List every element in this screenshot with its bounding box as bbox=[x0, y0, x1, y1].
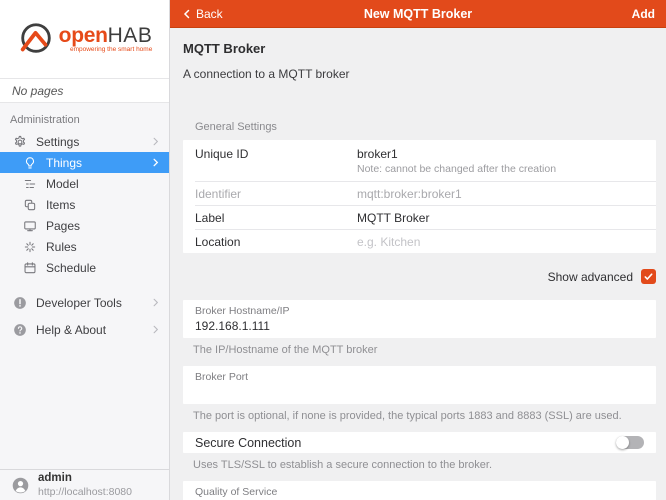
logo-area: openHAB empowering the smart home bbox=[0, 0, 169, 78]
model-tree-icon bbox=[23, 177, 37, 191]
secure-connection-label: Secure Connection bbox=[195, 436, 301, 450]
sidebar-item-label: Pages bbox=[46, 219, 161, 233]
user-name: admin bbox=[38, 472, 132, 486]
brand-text: openHAB empowering the smart home bbox=[59, 25, 153, 54]
identifier-row: Identifier mqtt:broker:broker1 bbox=[183, 181, 656, 205]
sidebar-item-help-about[interactable]: Help & About bbox=[0, 319, 169, 340]
sidebar-item-label: Model bbox=[46, 177, 161, 191]
broker-port-field[interactable]: Broker Port bbox=[183, 366, 656, 404]
broker-hostname-field[interactable]: Broker Hostname/IP 192.168.1.111 bbox=[183, 300, 656, 338]
unique-id-field[interactable]: broker1 Note: cannot be changed after th… bbox=[357, 146, 644, 175]
lightbulb-icon bbox=[23, 156, 37, 170]
sidebar-item-rules[interactable]: Rules bbox=[0, 236, 169, 257]
exclamation-circle-icon bbox=[13, 296, 27, 310]
chevron-right-icon bbox=[150, 324, 161, 335]
nav-section-label: Administration bbox=[0, 108, 169, 131]
unique-id-note: Note: cannot be changed after the creati… bbox=[357, 163, 644, 175]
unique-id-row: Unique ID broker1 Note: cannot be change… bbox=[183, 140, 656, 181]
sidebar-item-label: Help & About bbox=[36, 323, 150, 337]
sidebar-item-label: Rules bbox=[46, 240, 161, 254]
location-label: Location bbox=[195, 234, 357, 249]
chevron-right-icon bbox=[150, 157, 161, 168]
spark-icon bbox=[23, 240, 37, 254]
show-advanced-checkbox[interactable] bbox=[641, 269, 656, 284]
sidebar: openHAB empowering the smart home No pag… bbox=[0, 0, 170, 500]
brand-tagline: empowering the smart home bbox=[59, 47, 153, 54]
show-advanced-label: Show advanced bbox=[548, 270, 633, 284]
user-server-url: http://localhost:8080 bbox=[38, 486, 132, 499]
thing-type-title: MQTT Broker bbox=[183, 41, 656, 56]
question-circle-icon bbox=[13, 323, 27, 337]
qos-card: Quality of Service At most once (0) At l… bbox=[183, 481, 656, 500]
show-advanced-row: Show advanced bbox=[183, 269, 656, 284]
toggle-knob bbox=[616, 436, 629, 449]
topbar: Back New MQTT Broker Add bbox=[170, 0, 666, 28]
sidebar-item-things[interactable]: Things bbox=[0, 152, 169, 173]
back-button[interactable]: Back bbox=[181, 7, 223, 21]
sidebar-nav: Administration Settings bbox=[0, 103, 169, 340]
location-row: Location e.g. Kitchen bbox=[183, 229, 656, 253]
sidebar-item-schedule[interactable]: Schedule bbox=[0, 257, 169, 278]
secure-connection-toggle[interactable] bbox=[616, 436, 644, 449]
identifier-label: Identifier bbox=[195, 186, 357, 201]
general-settings-card: Unique ID broker1 Note: cannot be change… bbox=[183, 140, 656, 253]
sidebar-item-label: Schedule bbox=[46, 261, 161, 275]
broker-port-label: Broker Port bbox=[195, 371, 644, 384]
label-field[interactable]: MQTT Broker bbox=[357, 210, 644, 225]
monitor-icon bbox=[23, 219, 37, 233]
openhab-logo-icon bbox=[17, 20, 55, 58]
sidebar-item-settings[interactable]: Settings bbox=[0, 131, 169, 152]
check-icon bbox=[643, 271, 654, 282]
unique-id-label: Unique ID bbox=[195, 146, 357, 175]
broker-hostname-label: Broker Hostname/IP bbox=[195, 305, 644, 318]
person-avatar-icon bbox=[12, 477, 29, 494]
user-account[interactable]: admin http://localhost:8080 bbox=[0, 469, 169, 500]
brand-hab: HAB bbox=[108, 24, 153, 47]
sidebar-item-label: Settings bbox=[36, 135, 150, 149]
broker-port-value bbox=[195, 384, 644, 400]
thing-type-description: A connection to a MQTT broker bbox=[183, 67, 656, 81]
general-settings-label: General Settings bbox=[183, 121, 656, 133]
main-panel: Back New MQTT Broker Add MQTT Broker A c… bbox=[170, 0, 666, 500]
openhab-logo[interactable]: openHAB empowering the smart home bbox=[17, 20, 153, 58]
label-row: Label MQTT Broker bbox=[183, 205, 656, 229]
identifier-value: mqtt:broker:broker1 bbox=[357, 186, 644, 201]
copy-icon bbox=[23, 198, 37, 212]
secure-connection-help: Uses TLS/SSL to establish a secure conne… bbox=[193, 459, 656, 472]
chevron-left-icon bbox=[181, 8, 193, 20]
brand-open: open bbox=[59, 24, 108, 47]
calendar-icon bbox=[23, 261, 37, 275]
sidebar-item-label: Items bbox=[46, 198, 161, 212]
add-button[interactable]: Add bbox=[632, 7, 655, 21]
sidebar-item-label: Things bbox=[46, 156, 150, 170]
broker-hostname-value: 192.168.1.111 bbox=[195, 318, 644, 334]
gear-icon bbox=[13, 135, 27, 149]
location-field[interactable]: e.g. Kitchen bbox=[357, 234, 644, 249]
form-content: MQTT Broker A connection to a MQTT broke… bbox=[170, 41, 666, 500]
unique-id-value: broker1 bbox=[357, 147, 644, 161]
chevron-right-icon bbox=[150, 297, 161, 308]
sidebar-item-model[interactable]: Model bbox=[0, 173, 169, 194]
sidebar-item-label: Developer Tools bbox=[36, 296, 150, 310]
label-label: Label bbox=[195, 210, 357, 225]
secure-connection-row: Secure Connection bbox=[183, 432, 656, 453]
page-header-title: New MQTT Broker bbox=[170, 7, 666, 21]
sidebar-item-developer-tools[interactable]: Developer Tools bbox=[0, 292, 169, 313]
chevron-right-icon bbox=[150, 136, 161, 147]
broker-hostname-help: The IP/Hostname of the MQTT broker bbox=[193, 344, 656, 357]
no-pages-placeholder: No pages bbox=[0, 78, 169, 103]
sidebar-item-pages[interactable]: Pages bbox=[0, 215, 169, 236]
broker-port-help: The port is optional, if none is provide… bbox=[193, 410, 656, 423]
back-label: Back bbox=[196, 7, 223, 21]
qos-label: Quality of Service bbox=[183, 486, 656, 499]
openhab-admin-window: openHAB empowering the smart home No pag… bbox=[0, 0, 666, 500]
sidebar-item-items[interactable]: Items bbox=[0, 194, 169, 215]
